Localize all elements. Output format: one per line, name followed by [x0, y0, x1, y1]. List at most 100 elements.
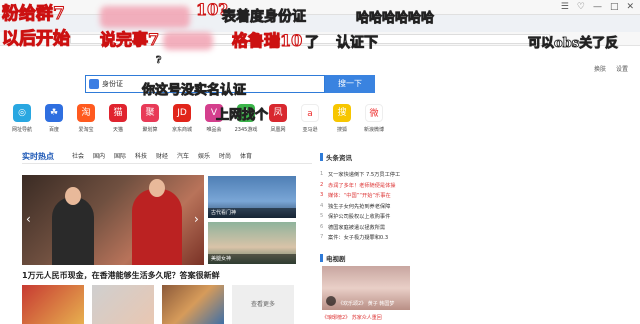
- menu-icon[interactable]: ☰: [561, 2, 569, 12]
- list-item-title: 保护公司股权以上收购事件: [328, 214, 391, 220]
- tab-international[interactable]: 国际: [114, 151, 135, 162]
- section-title: 头条资讯: [320, 152, 430, 162]
- search-button[interactable]: 搜一下: [325, 75, 375, 93]
- list-item[interactable]: 6 德国家庭被遣以拯救所需: [320, 224, 430, 235]
- person-figure: [52, 197, 94, 265]
- tab-hot-news[interactable]: 实时热点: [22, 151, 72, 162]
- nav-icon: ◎: [13, 104, 31, 122]
- danmaku-comment: 认证下: [336, 35, 379, 52]
- list-item-title: 赤润了多年！老师随便是体操: [328, 182, 396, 189]
- news-thumbnail[interactable]: [162, 285, 224, 324]
- shortcut-label: 新浪微博: [363, 127, 384, 133]
- list-item-number: 3: [320, 192, 324, 198]
- list-item[interactable]: 4 独生子女何先抢到养老保障: [320, 203, 430, 214]
- section-title: 电视剧: [320, 253, 346, 263]
- top-right-links: 换肤 设置: [594, 64, 628, 73]
- shortcut-nav[interactable]: ◎ 网址导航: [6, 104, 38, 133]
- news-thumbnail[interactable]: [22, 285, 84, 324]
- taobao-icon: 淘: [77, 104, 95, 122]
- prev-arrow-icon[interactable]: ‹: [26, 212, 31, 226]
- news-thumbnail[interactable]: [92, 285, 154, 324]
- list-item-number: 6: [320, 223, 324, 230]
- person-face: [149, 179, 165, 197]
- tmall-icon: 猫: [109, 104, 127, 122]
- list-item[interactable]: 3 媒体：“中国”“开始”乐事在: [320, 192, 430, 203]
- tab-strip[interactable]: [0, 14, 640, 32]
- shortcut-label: 亚马逊: [302, 127, 318, 133]
- baidu-icon: ☘: [45, 104, 63, 122]
- tab-fashion[interactable]: 时尚: [219, 151, 240, 162]
- search-engine-icon[interactable]: [89, 79, 99, 89]
- person-figure: [132, 189, 182, 265]
- list-item-title: 媒体：“中国”“开始”乐事在: [328, 193, 391, 199]
- play-icon[interactable]: [326, 296, 336, 306]
- list-item-number: 1: [320, 171, 324, 177]
- favorite-icon[interactable]: ♡: [577, 2, 585, 12]
- news-photo[interactable]: 美腿女神: [208, 222, 296, 264]
- shortcut-label: 唯品会: [206, 127, 222, 133]
- shortcut-baidu[interactable]: ☘ 百度: [38, 104, 70, 133]
- tv-drama-link[interactable]: 《琅琊榜2》 苏家众人重回: [322, 314, 382, 321]
- list-item-number: 5: [320, 213, 324, 219]
- redacted-area: [163, 32, 213, 50]
- list-item-number: 4: [320, 202, 324, 209]
- list-item[interactable]: 1 又一家快递倒下 7.5万员工停工: [320, 171, 430, 182]
- danmaku-comment: 你这号没实名认证: [142, 83, 247, 99]
- list-item[interactable]: 5 保护公司股权以上收购事件: [320, 213, 430, 224]
- browser-window: ☰ ♡ — □ ✕ 粉给群7 10? 表着度身份证 哈哈哈哈哈哈 以后开始 说完…: [0, 0, 640, 324]
- juhuasuan-icon: 聚: [141, 104, 159, 122]
- shortcut-tmall[interactable]: 猫天猫: [102, 104, 134, 133]
- shortcut-taobao[interactable]: 淘爱淘宝: [70, 104, 102, 133]
- view-more-tile[interactable]: 查看更多: [232, 285, 294, 324]
- maximize-icon[interactable]: □: [610, 2, 619, 12]
- tv-drama-poster[interactable]: 《欢乐颂2》 黄子 韩国梦: [322, 266, 410, 310]
- headline-news-list: 1 又一家快递倒下 7.5万员工停工 2 赤润了多年！老师随便是体操 3 媒体：“中国”“…: [320, 171, 430, 245]
- list-item-number: 7: [320, 234, 324, 240]
- list-item[interactable]: 7 案件：女子极力疑罪和0.3: [320, 234, 430, 245]
- list-item-title: 又一家快递倒下 7.5万员工停工: [328, 172, 401, 178]
- minimize-icon[interactable]: —: [593, 2, 602, 12]
- settings-link[interactable]: 设置: [616, 64, 628, 73]
- tab-society[interactable]: 社会: [72, 151, 93, 162]
- tab-domestic[interactable]: 国内: [93, 151, 114, 162]
- shortcut-label: 网址导航: [11, 127, 32, 133]
- weibo-icon: 微: [365, 104, 383, 122]
- close-icon[interactable]: ✕: [626, 2, 634, 12]
- sohu-icon: 搜: [333, 104, 351, 122]
- featured-news-photo[interactable]: [22, 175, 204, 265]
- danmaku-comment: 说完事7: [99, 30, 160, 50]
- ifeng-icon: 凤: [269, 104, 287, 122]
- photo-caption: 古代看门神: [208, 208, 296, 218]
- tab-auto[interactable]: 汽车: [177, 151, 198, 162]
- tab-entertainment[interactable]: 娱乐: [198, 151, 219, 162]
- shortcut-label: 凤凰网: [270, 127, 286, 133]
- news-photo[interactable]: 古代看门神: [208, 176, 296, 218]
- jd-icon: JD: [173, 104, 191, 122]
- news-tabs: 实时热点 社会 国内 国际 科技 财经 汽车 娱乐 时尚 体育: [22, 151, 261, 162]
- tab-sports[interactable]: 体育: [240, 151, 261, 162]
- danmaku-comment: 格鲁瑞10: [231, 31, 303, 51]
- shortcut-label: 2345游戏: [234, 127, 258, 133]
- tab-tech[interactable]: 科技: [135, 151, 156, 162]
- shortcut-label: 爱淘宝: [78, 127, 94, 133]
- danmaku-comment: 哈哈哈哈哈哈: [356, 11, 435, 27]
- shortcut-label: 搜狐: [336, 127, 347, 133]
- shortcut-weibo[interactable]: 微新浪微博: [358, 104, 390, 133]
- list-item-number: 2: [320, 181, 324, 188]
- tab-finance[interactable]: 财经: [156, 151, 177, 162]
- shortcut-amazon[interactable]: a 亚马逊: [294, 104, 326, 133]
- danmaku-comment: 可以obs关了反: [528, 36, 619, 52]
- shortcut-juhuasuan[interactable]: 聚聚划算: [134, 104, 166, 133]
- shortcut-label: 百度: [48, 127, 59, 133]
- shortcut-jd[interactable]: JD 京东商城: [166, 104, 198, 133]
- list-item[interactable]: 2 赤润了多年！老师随便是体操: [320, 182, 430, 193]
- skin-link[interactable]: 换肤: [594, 64, 606, 73]
- list-item-title: 德国家庭被遣以拯救所需: [328, 224, 386, 231]
- news-headline[interactable]: 1万元人民币现金，在香港能够生活多久呢？答案很新鲜: [22, 270, 220, 281]
- shortcut-sohu[interactable]: 搜搜狐: [326, 104, 358, 133]
- redacted-area: [100, 6, 190, 28]
- divider: [22, 163, 312, 164]
- window-controls: ☰ ♡ — □ ✕: [561, 2, 634, 12]
- next-arrow-icon[interactable]: ›: [194, 212, 199, 226]
- headline-news-panel: 头条资讯 1 又一家快递倒下 7.5万员工停工 2 赤润了多年！老师随便是体操 3 媒体：…: [320, 152, 430, 245]
